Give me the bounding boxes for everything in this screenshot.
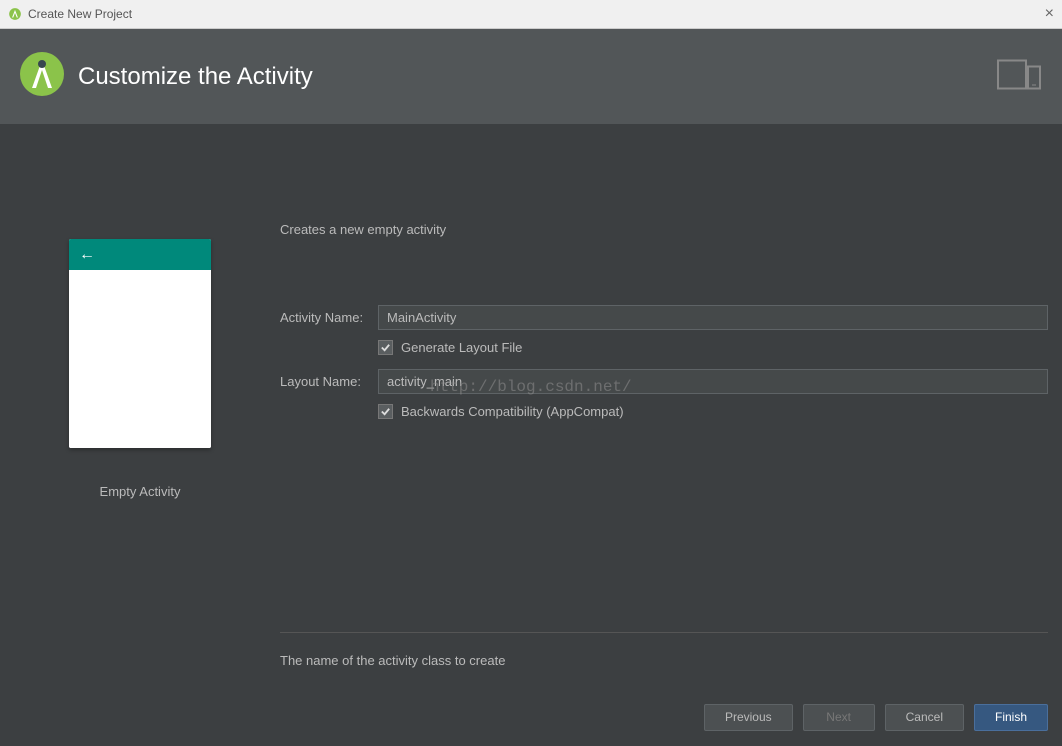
wizard-header: Customize the Activity xyxy=(0,29,1062,124)
layout-name-label: Layout Name: xyxy=(280,374,378,389)
spacer xyxy=(280,433,1048,632)
titlebar-left: Create New Project xyxy=(8,7,132,21)
phone-body xyxy=(69,270,211,448)
backwards-compat-checkbox[interactable] xyxy=(378,404,393,419)
android-studio-icon xyxy=(8,7,22,21)
preview-pane: ← Empty Activity xyxy=(0,124,280,688)
previous-button[interactable]: Previous xyxy=(704,704,793,731)
next-button: Next xyxy=(803,704,875,731)
device-preview-icon xyxy=(996,56,1044,97)
android-logo-icon xyxy=(18,50,66,103)
layout-name-input[interactable] xyxy=(378,369,1048,394)
activity-name-label: Activity Name: xyxy=(280,310,378,325)
phone-preview: ← xyxy=(69,239,211,448)
phone-statusbar: ← xyxy=(69,239,211,270)
activity-name-input[interactable] xyxy=(378,305,1048,330)
wizard-footer: Previous Next Cancel Finish xyxy=(0,688,1062,746)
close-icon[interactable]: × xyxy=(1045,5,1054,23)
backwards-compat-row: Backwards Compatibility (AppCompat) xyxy=(378,404,1048,419)
activity-name-row: Activity Name: xyxy=(280,305,1048,330)
preview-label: Empty Activity xyxy=(100,484,181,499)
finish-button[interactable]: Finish xyxy=(974,704,1048,731)
back-arrow-icon: ← xyxy=(79,246,95,264)
form-section: Creates a new empty activity Activity Na… xyxy=(280,222,1048,433)
window-title: Create New Project xyxy=(28,7,132,21)
generate-layout-label: Generate Layout File xyxy=(401,340,522,355)
divider xyxy=(280,632,1048,633)
window-titlebar: Create New Project × xyxy=(0,0,1062,29)
wizard-content: ← Empty Activity Creates a new empty act… xyxy=(0,124,1062,688)
generate-layout-row: Generate Layout File xyxy=(378,340,1048,355)
generate-layout-checkbox[interactable] xyxy=(378,340,393,355)
layout-name-row: Layout Name: xyxy=(280,369,1048,394)
form-pane: Creates a new empty activity Activity Na… xyxy=(280,124,1062,688)
form-description: Creates a new empty activity xyxy=(280,222,1048,237)
cancel-button[interactable]: Cancel xyxy=(885,704,964,731)
backwards-compat-label: Backwards Compatibility (AppCompat) xyxy=(401,404,624,419)
hint-text: The name of the activity class to create xyxy=(280,653,1048,668)
page-title: Customize the Activity xyxy=(78,63,313,91)
